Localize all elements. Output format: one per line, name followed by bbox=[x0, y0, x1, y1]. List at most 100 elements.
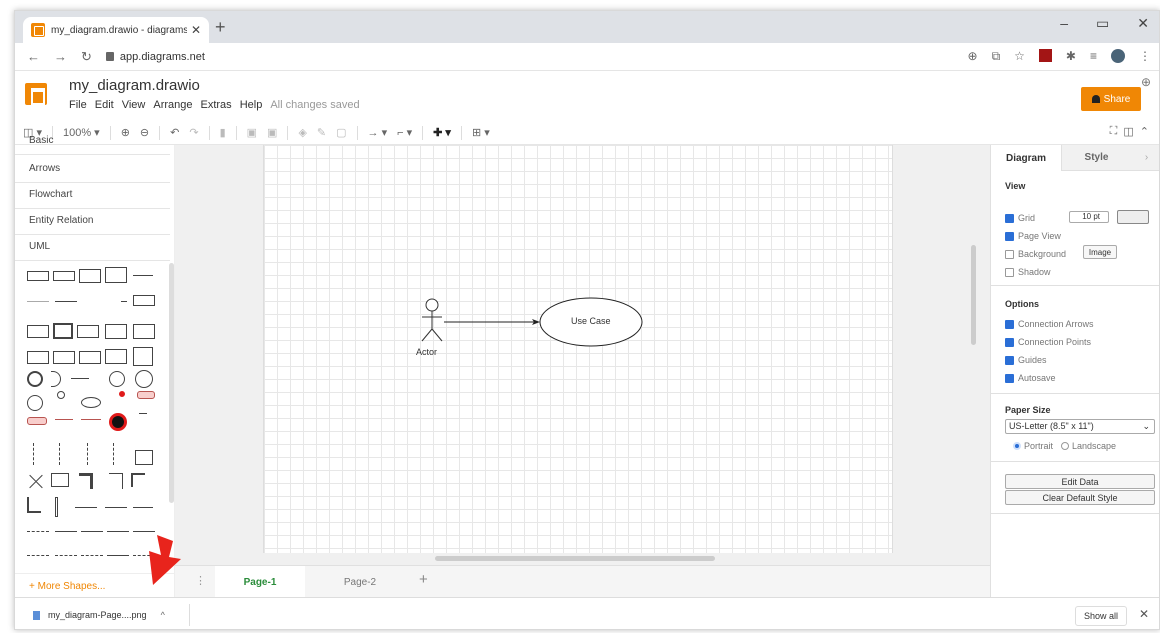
share-button[interactable]: Share bbox=[1081, 87, 1141, 111]
menu-arrange[interactable]: Arrange bbox=[153, 99, 192, 111]
actor-shape[interactable] bbox=[421, 298, 443, 342]
menu-file[interactable]: File bbox=[69, 99, 87, 111]
portrait-radio[interactable]: Portrait bbox=[1013, 441, 1053, 451]
page-view-checkbox[interactable]: Page View bbox=[1005, 231, 1061, 241]
new-tab-button[interactable]: + bbox=[215, 17, 226, 38]
shape-link[interactable] bbox=[107, 555, 129, 556]
shape-document[interactable] bbox=[133, 347, 153, 366]
landscape-radio[interactable]: Landscape bbox=[1061, 441, 1116, 451]
shape-separator[interactable] bbox=[133, 275, 153, 276]
redo-icon[interactable]: ↷ bbox=[189, 126, 198, 139]
shape-state[interactable] bbox=[137, 391, 155, 399]
shape-class-attrs[interactable] bbox=[79, 269, 101, 283]
shape-provided-interface[interactable] bbox=[27, 371, 43, 387]
close-window-icon[interactable]: ✕ bbox=[1137, 15, 1149, 32]
shadow-checkbox[interactable]: Shadow bbox=[1005, 267, 1051, 277]
canvas-vertical-scrollbar[interactable] bbox=[971, 245, 976, 345]
waypoints-icon[interactable]: ⌐ ▾ bbox=[397, 126, 412, 139]
shape-entity[interactable] bbox=[135, 370, 153, 388]
shape-class[interactable] bbox=[27, 271, 49, 281]
shape-fork[interactable] bbox=[55, 419, 73, 420]
file-name[interactable]: my_diagram.drawio bbox=[69, 77, 200, 94]
shape-bracket-2[interactable] bbox=[109, 473, 123, 489]
table-icon[interactable]: ⊞ ▾ bbox=[472, 126, 490, 139]
shape-box[interactable] bbox=[53, 351, 75, 364]
format-toggle-icon[interactable]: ◫ bbox=[1123, 125, 1133, 138]
shape-final-state[interactable] bbox=[109, 413, 127, 431]
chevron-up-icon[interactable]: ^ bbox=[161, 610, 165, 620]
line-color-icon[interactable]: ✎ bbox=[317, 126, 326, 139]
category-flowchart[interactable]: Flowchart bbox=[15, 183, 170, 209]
collapse-icon[interactable]: ⌃ bbox=[1140, 125, 1149, 138]
add-page-button[interactable]: + bbox=[419, 571, 428, 588]
maximize-icon[interactable]: ▭ bbox=[1096, 15, 1109, 32]
shape-bar[interactable] bbox=[55, 497, 58, 517]
menu-extras[interactable]: Extras bbox=[201, 99, 232, 111]
shape-initial-state[interactable] bbox=[119, 391, 125, 397]
shape-usecase[interactable] bbox=[81, 397, 101, 408]
shape-corner-2[interactable] bbox=[27, 497, 41, 513]
shape-required-interface[interactable] bbox=[51, 371, 61, 387]
close-tab-icon[interactable]: ✕ bbox=[191, 23, 201, 37]
shape-dep-1[interactable] bbox=[27, 531, 49, 532]
tab-page-1[interactable]: Page-1 bbox=[215, 566, 305, 598]
shape-interface[interactable] bbox=[53, 271, 75, 281]
shape-lifeline-box[interactable] bbox=[27, 351, 49, 364]
shape-box-2[interactable] bbox=[79, 351, 101, 364]
undo-icon[interactable]: ↶ bbox=[170, 126, 179, 139]
bookmark-star-icon[interactable]: ☆ bbox=[1014, 49, 1025, 64]
show-all-button[interactable]: Show all bbox=[1075, 606, 1127, 626]
shape-actor-head[interactable] bbox=[57, 391, 65, 399]
connection-points-checkbox[interactable]: Connection Points bbox=[1005, 337, 1091, 347]
delete-icon[interactable]: ▮ bbox=[220, 126, 226, 139]
more-shapes-link[interactable]: + More Shapes... bbox=[29, 581, 105, 592]
shape-timeout[interactable] bbox=[139, 413, 147, 414]
shape-line[interactable] bbox=[55, 301, 77, 302]
shape-class-full[interactable] bbox=[105, 267, 127, 283]
shape-composition[interactable] bbox=[107, 531, 129, 532]
shape-package[interactable] bbox=[105, 324, 127, 339]
shape-container[interactable] bbox=[53, 323, 73, 339]
shape-lollipop[interactable] bbox=[71, 378, 89, 379]
fullscreen-icon[interactable]: ⛶ bbox=[1110, 125, 1118, 138]
browser-menu-icon[interactable]: ⋮ bbox=[1139, 49, 1151, 64]
to-front-icon[interactable]: ▣ bbox=[247, 126, 257, 139]
grid-checkbox[interactable]: Grid bbox=[1005, 213, 1035, 223]
menu-help[interactable]: Help bbox=[240, 99, 263, 111]
connector-arrow[interactable] bbox=[444, 319, 540, 325]
canvas-horizontal-scrollbar[interactable] bbox=[435, 556, 715, 561]
edit-data-button[interactable]: Edit Data bbox=[1005, 474, 1155, 489]
guides-checkbox[interactable]: Guides bbox=[1005, 355, 1047, 365]
sidebar-scrollbar[interactable] bbox=[169, 263, 174, 503]
forward-icon[interactable]: → bbox=[54, 49, 67, 65]
shape-package-small[interactable] bbox=[133, 295, 155, 306]
shape-line-small[interactable] bbox=[27, 301, 49, 302]
shape-frame[interactable] bbox=[133, 324, 155, 339]
close-downloads-icon[interactable]: ✕ bbox=[1139, 607, 1149, 621]
shape-lifeline-2[interactable] bbox=[59, 443, 60, 465]
connection-icon[interactable]: → ▾ bbox=[368, 126, 388, 139]
install-icon[interactable]: ⊕ bbox=[968, 49, 978, 64]
shape-message-box[interactable] bbox=[51, 473, 69, 487]
shape-dash[interactable] bbox=[121, 301, 127, 302]
url-field[interactable]: app.diagrams.net bbox=[105, 51, 205, 63]
menu-edit[interactable]: Edit bbox=[95, 99, 114, 111]
shape-corner[interactable] bbox=[131, 473, 145, 487]
grid-color-swatch[interactable] bbox=[1117, 210, 1149, 224]
shape-object[interactable] bbox=[27, 325, 49, 338]
shape-realization[interactable] bbox=[55, 555, 77, 556]
shape-lifeline-4[interactable] bbox=[113, 443, 114, 465]
shape-assoc[interactable] bbox=[55, 531, 77, 532]
tab-scroll-right-icon[interactable]: › bbox=[1131, 145, 1159, 171]
download-item[interactable]: my_diagram-Page....png ^ bbox=[33, 610, 165, 620]
shadow-icon[interactable]: ▢ bbox=[336, 126, 346, 139]
shape-component[interactable] bbox=[77, 325, 99, 338]
shape-include[interactable] bbox=[81, 555, 103, 556]
shape-bracket[interactable] bbox=[79, 473, 93, 489]
minimize-icon[interactable]: – bbox=[1060, 15, 1068, 32]
back-icon[interactable]: ← bbox=[27, 49, 40, 65]
reading-list-icon[interactable]: ≡ bbox=[1090, 49, 1097, 64]
insert-icon[interactable]: ✚ ▾ bbox=[433, 126, 451, 139]
background-checkbox[interactable]: Background bbox=[1005, 249, 1066, 259]
profile-avatar[interactable] bbox=[1111, 49, 1125, 63]
